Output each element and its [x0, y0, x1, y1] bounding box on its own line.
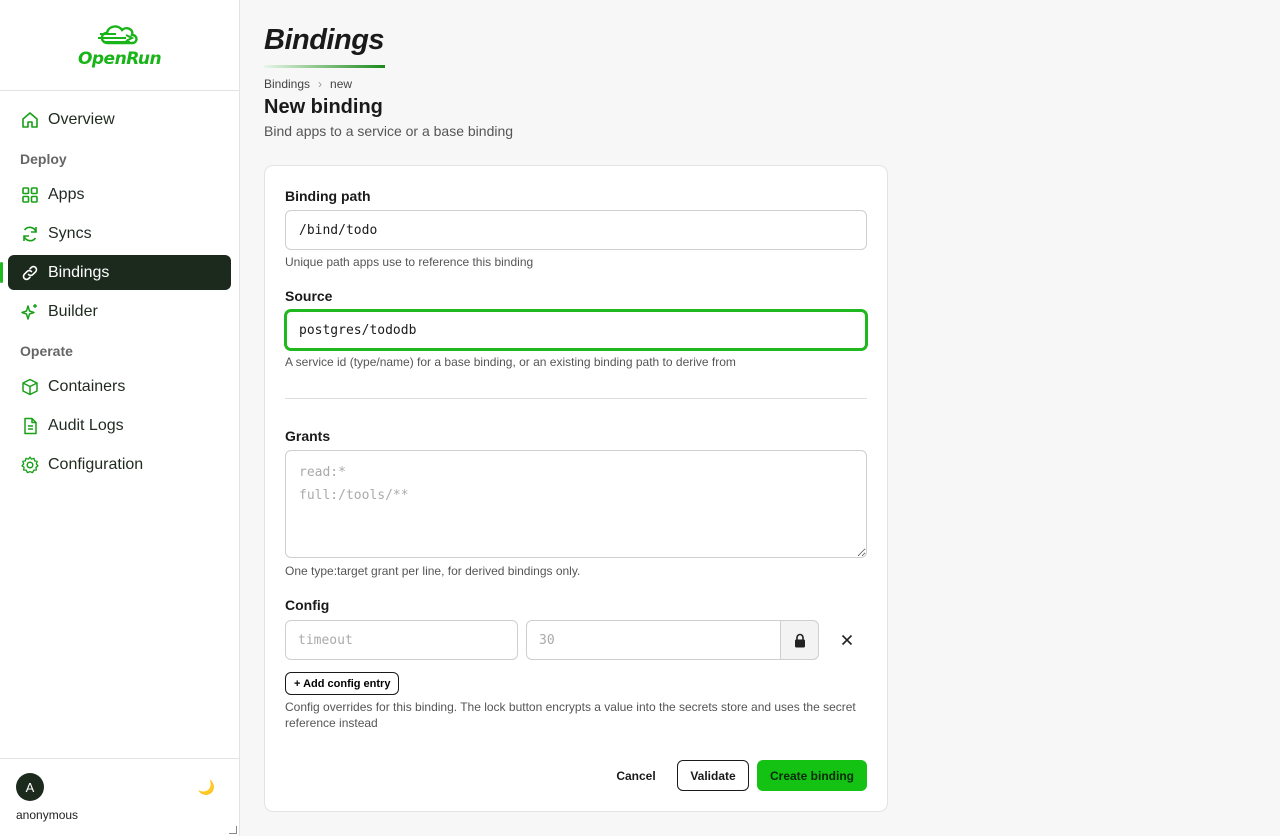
page-heading: Bindings [264, 24, 385, 56]
lock-icon [794, 633, 805, 647]
encrypt-lock-button[interactable] [780, 620, 819, 660]
box-icon [20, 377, 40, 397]
avatar[interactable]: A [16, 773, 44, 801]
sidebar-section-deploy: Deploy [20, 151, 67, 167]
sidebar-item-audit-logs[interactable]: Audit Logs [8, 408, 231, 443]
config-label: Config [285, 597, 330, 613]
create-binding-button[interactable]: Create binding [757, 760, 867, 791]
gear-icon [20, 455, 40, 475]
sidebar-item-label: Builder [48, 302, 98, 320]
file-icon [20, 416, 40, 436]
home-icon [20, 110, 40, 130]
refresh-icon [20, 224, 40, 244]
sidebar-item-bindings[interactable]: Bindings [0, 255, 231, 290]
close-icon [841, 634, 853, 646]
sparkle-icon [20, 302, 40, 322]
grants-hint: One type:target grant per line, for deri… [285, 564, 581, 578]
sidebar-item-label: Bindings [48, 263, 110, 281]
breadcrumb-new: new [330, 77, 353, 91]
add-config-entry-button[interactable]: + Add config entry [285, 672, 400, 695]
breadcrumb: Bindings › new [264, 77, 352, 91]
link-icon [20, 263, 40, 283]
binding-form-card: Binding path Unique path apps use to ref… [264, 165, 888, 812]
sidebar-item-syncs[interactable]: Syncs [8, 216, 231, 251]
binding-path-hint: Unique path apps use to reference this b… [285, 255, 534, 269]
heading-underline [264, 65, 385, 68]
validate-button[interactable]: Validate [677, 760, 749, 791]
resize-grip [229, 826, 237, 834]
sidebar-item-apps[interactable]: Apps [8, 177, 231, 212]
binding-path-label: Binding path [285, 188, 371, 204]
sidebar-item-overview[interactable]: Overview [8, 102, 231, 137]
binding-path-input[interactable] [285, 210, 867, 250]
username: anonymous [16, 808, 79, 822]
grants-textarea[interactable] [285, 450, 867, 558]
page-subtitle: Bind apps to a service or a base binding [264, 123, 514, 139]
user-footer: A anonymous 🌙 [0, 758, 239, 836]
sidebar-item-label: Overview [48, 110, 115, 128]
sidebar-item-configuration[interactable]: Configuration [8, 447, 231, 482]
config-value-input[interactable] [526, 620, 781, 660]
sidebar-item-label: Syncs [48, 224, 92, 242]
config-key-input[interactable] [285, 620, 518, 660]
remove-config-button[interactable] [835, 628, 859, 652]
sidebar-item-label: Containers [48, 377, 126, 395]
section-divider [285, 398, 867, 399]
chevron-right-icon: › [318, 77, 323, 91]
config-hint: Config overrides for this binding. The l… [285, 700, 856, 730]
source-hint: A service id (type/name) for a base bind… [285, 355, 736, 369]
sidebar-item-label: Audit Logs [48, 416, 124, 434]
logo[interactable]: OpenRun [0, 0, 239, 91]
cloud-logo-icon [97, 25, 138, 45]
moon-icon[interactable]: 🌙 [198, 779, 215, 796]
sidebar-item-label: Configuration [48, 455, 144, 473]
logo-text: OpenRun [77, 49, 162, 69]
grid-icon [20, 185, 40, 205]
cancel-button[interactable]: Cancel [605, 760, 667, 791]
sidebar-section-operate: Operate [20, 343, 73, 359]
sidebar: OpenRun Overview Deploy Apps Syncs Bindi… [0, 0, 240, 836]
sidebar-nav: Overview Deploy Apps Syncs Bindings Buil [0, 91, 239, 482]
sidebar-item-builder[interactable]: Builder [8, 294, 231, 329]
page-title: New binding [264, 96, 383, 118]
sidebar-item-containers[interactable]: Containers [8, 369, 231, 404]
breadcrumb-bindings[interactable]: Bindings [264, 77, 310, 91]
source-input[interactable] [285, 310, 867, 350]
source-label: Source [285, 288, 333, 304]
grants-label: Grants [285, 428, 331, 444]
sidebar-item-label: Apps [48, 185, 85, 203]
